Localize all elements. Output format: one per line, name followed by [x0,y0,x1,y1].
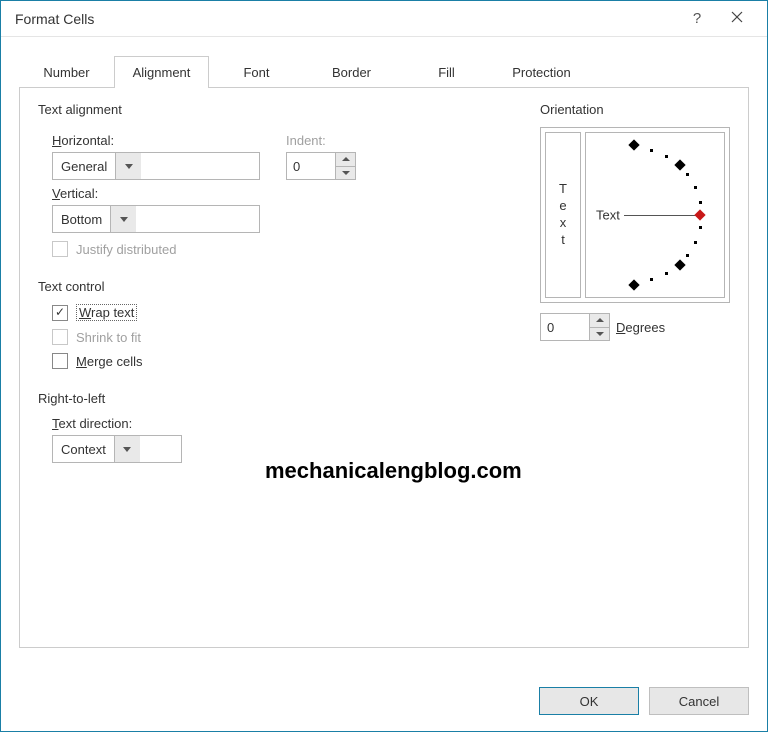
cancel-button[interactable]: Cancel [649,687,749,715]
indent-value: 0 [287,153,335,179]
diamond-icon [628,279,639,290]
diamond-icon [674,159,685,170]
close-icon [731,11,743,23]
orientation-control[interactable]: Text Text [540,127,730,303]
degrees-value: 0 [541,314,589,340]
orientation-vertical-text[interactable]: Text [545,132,581,298]
vertical-value: Bottom [53,206,110,232]
tab-alignment[interactable]: Alignment [114,56,209,88]
tab-font[interactable]: Font [209,56,304,88]
text-direction-value: Context [53,436,114,462]
horizontal-value: General [53,153,115,179]
group-text-alignment: Text alignment [38,102,540,117]
orientation-line [624,215,700,216]
checkbox-icon [52,353,68,369]
titlebar: Format Cells ? [1,1,767,37]
degrees-spinner[interactable]: 0 [540,313,610,341]
wrap-text-checkbox[interactable]: ✓ Wrap text [52,304,540,321]
group-rtl: Right-to-left [38,391,540,406]
diamond-icon [628,139,639,150]
group-orientation: Orientation [540,102,730,117]
watermark-text: mechanicalengblog.com [265,458,522,484]
dialog-title: Format Cells [15,11,677,27]
horizontal-combo[interactable]: General [52,152,260,180]
indent-spinner[interactable]: 0 [286,152,356,180]
ok-button[interactable]: OK [539,687,639,715]
checkbox-icon: ✓ [52,305,68,321]
close-button[interactable] [717,10,757,27]
tab-protection[interactable]: Protection [494,56,589,88]
spinner-up-icon[interactable] [590,314,609,328]
tab-border[interactable]: Border [304,56,399,88]
shrink-to-fit-checkbox: Shrink to fit [52,329,540,345]
justify-distributed-checkbox: Justify distributed [52,241,540,257]
text-direction-label: Text direction: [52,416,540,431]
tab-number[interactable]: Number [19,56,114,88]
spinner-down-icon[interactable] [590,328,609,341]
orientation-handle-icon [694,209,705,220]
vertical-label: Vertical: [52,186,260,201]
horizontal-label: Horizontal: [52,133,260,148]
orientation-dial[interactable]: Text [585,132,725,298]
degrees-label: Degrees [616,320,665,335]
spinner-up-icon[interactable] [336,153,355,167]
group-text-control: Text control [38,279,540,294]
vertical-combo[interactable]: Bottom [52,205,260,233]
chevron-down-icon [110,206,136,232]
help-button[interactable]: ? [677,10,717,27]
tab-fill[interactable]: Fill [399,56,494,88]
merge-cells-checkbox[interactable]: Merge cells [52,353,540,369]
diamond-icon [674,259,685,270]
spinner-down-icon[interactable] [336,167,355,180]
text-direction-combo[interactable]: Context [52,435,182,463]
chevron-down-icon [115,153,141,179]
chevron-down-icon [114,436,140,462]
dialog-footer: OK Cancel [539,687,749,715]
indent-label: Indent: [286,133,356,148]
checkbox-icon [52,241,68,257]
tabs: Number Alignment Font Border Fill Protec… [19,55,749,88]
alignment-pane: Text alignment Horizontal: General Verti… [19,88,749,648]
checkbox-icon [52,329,68,345]
